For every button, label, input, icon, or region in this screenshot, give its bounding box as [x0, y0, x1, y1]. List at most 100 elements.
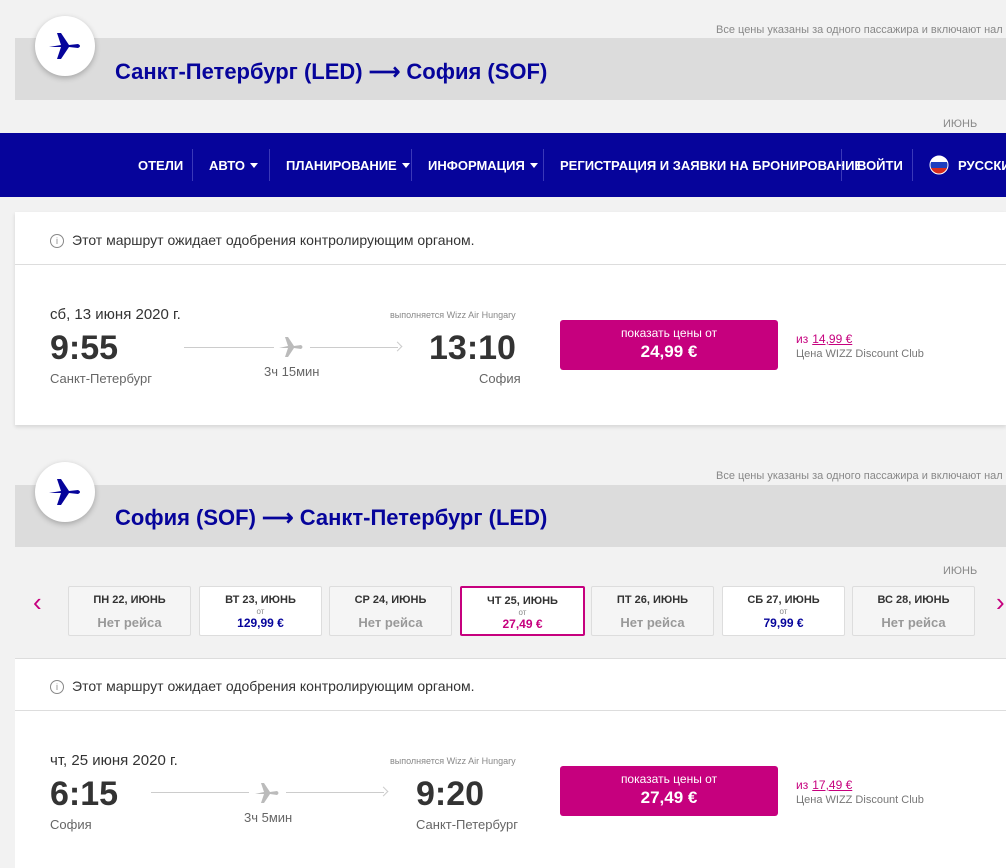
approval-notice: i Этот маршрут ожидает одобрения контроли… [50, 678, 475, 694]
info-icon: i [50, 234, 64, 248]
nav-divider [411, 149, 412, 181]
no-flight-label: Нет рейса [358, 615, 423, 630]
russia-flag-icon [929, 155, 949, 175]
show-prices-amount: 24,99 € [640, 342, 698, 361]
date-label: ПН 22, ИЮНЬ [93, 594, 166, 606]
date-label: ЧТ 25, ИЮНЬ [487, 595, 558, 607]
club-price: 14,99 € [812, 332, 853, 346]
from-label: от [518, 608, 527, 617]
airplane-icon [49, 33, 80, 59]
route-line [286, 792, 384, 793]
date-option[interactable]: ВТ 23, ИЮНЬ от 129,99 € [199, 586, 322, 636]
nav-divider [912, 149, 913, 181]
show-prices-button[interactable]: показать цены от 27,49 € [560, 766, 778, 816]
airplane-icon [255, 783, 279, 803]
info-icon: i [50, 680, 64, 694]
date-label: ВС 28, ИЮНЬ [877, 594, 950, 606]
month-label: ИЮНЬ [943, 565, 978, 577]
caret-down-icon [401, 162, 410, 168]
no-flight-label: Нет рейса [620, 615, 685, 630]
club-label: Цена WIZZ Discount Club [796, 348, 924, 360]
nav-planning-label: ПЛАНИРОВАНИЕ [286, 157, 397, 173]
nav-hotels-label: ОТЕЛИ [138, 157, 184, 173]
price-note: Все цены указаны за одного пассажира и в… [716, 24, 1003, 36]
nav-divider [543, 149, 544, 181]
nav-divider [841, 149, 842, 181]
prev-dates-button[interactable]: ‹ [33, 587, 42, 618]
date-label: ВТ 23, ИЮНЬ [225, 594, 296, 606]
route-line [151, 792, 249, 793]
flight-date: сб, 13 июня 2020 г. [50, 306, 181, 323]
route-line [184, 347, 274, 348]
plane-badge [35, 462, 95, 522]
divider [15, 658, 1006, 659]
route-title: Санкт-Петербург (LED) ⟶ София (SOF) [115, 59, 548, 84]
date-option[interactable]: ПН 22, ИЮНЬ Нет рейса [68, 586, 191, 636]
month-label: ИЮНЬ [943, 118, 978, 130]
approval-notice: i Этот маршрут ожидает одобрения контроли… [50, 232, 475, 248]
club-price: 17,49 € [812, 778, 853, 792]
club-label: Цена WIZZ Discount Club [796, 794, 924, 806]
date-option[interactable]: СБ 27, ИЮНЬ от 79,99 € [722, 586, 845, 636]
from-label: от [256, 607, 265, 616]
main-navbar: ОТЕЛИ АВТО ПЛАНИРОВАНИЕ ИНФОРМАЦИЯ РЕГИС… [0, 133, 1006, 197]
date-option-selected[interactable]: ЧТ 25, ИЮНЬ от 27,49 € [460, 586, 585, 636]
operated-by: выполняется Wizz Air Hungary [390, 756, 516, 766]
club-from-label: из [796, 332, 809, 346]
from-label: от [779, 607, 788, 616]
no-flight-label: Нет рейса [97, 615, 162, 630]
nav-checkin[interactable]: РЕГИСТРАЦИЯ И ЗАЯВКИ НА БРОНИРОВАНИЕ [560, 133, 863, 197]
nav-hotels[interactable]: ОТЕЛИ [138, 133, 183, 197]
nav-language[interactable]: РУССКИЙ [929, 133, 1006, 197]
date-option[interactable]: ВС 28, ИЮНЬ Нет рейса [852, 586, 975, 636]
departure-time: 6:15 [50, 775, 119, 813]
nav-planning[interactable]: ПЛАНИРОВАНИЕ [286, 133, 410, 197]
flight-duration: 3ч 5мин [244, 810, 293, 825]
caret-down-icon [250, 162, 259, 168]
flight-duration: 3ч 15мин [264, 364, 320, 379]
nav-info[interactable]: ИНФОРМАЦИЯ [428, 133, 538, 197]
arrival-time: 9:20 [416, 775, 485, 813]
date-option[interactable]: СР 24, ИЮНЬ Нет рейса [329, 586, 452, 636]
next-dates-button[interactable]: › [996, 587, 1005, 618]
nav-cars-label: АВТО [209, 157, 246, 173]
nav-login[interactable]: ВОЙТИ [857, 133, 903, 197]
date-price: 79,99 € [763, 616, 804, 630]
nav-info-label: ИНФОРМАЦИЯ [428, 157, 525, 173]
club-from-label: из [796, 778, 809, 792]
arrival-city: София [479, 371, 521, 386]
nav-language-label: РУССКИЙ [958, 157, 1006, 173]
show-prices-button[interactable]: показать цены от 24,99 € [560, 320, 778, 370]
show-prices-amount: 27,49 € [640, 788, 698, 807]
date-price: 129,99 € [237, 616, 284, 630]
departure-city: София [50, 817, 92, 832]
date-price: 27,49 € [502, 617, 543, 631]
caret-down-icon [529, 162, 538, 168]
departure-time: 9:55 [50, 329, 119, 367]
club-price-link[interactable]: из 14,99 € [796, 332, 852, 346]
date-option[interactable]: ПТ 26, ИЮНЬ Нет рейса [591, 586, 714, 636]
plane-badge [35, 16, 95, 76]
no-flight-label: Нет рейса [881, 615, 946, 630]
airplane-icon [279, 337, 303, 357]
price-note: Все цены указаны за одного пассажира и в… [716, 470, 1003, 482]
date-label: СР 24, ИЮНЬ [354, 594, 427, 606]
date-label: ПТ 26, ИЮНЬ [616, 594, 689, 606]
show-prices-label: показать цены от [620, 326, 718, 340]
divider [15, 710, 1006, 711]
show-prices-label: показать цены от [620, 772, 718, 786]
operated-by: выполняется Wizz Air Hungary [390, 310, 516, 320]
divider [15, 264, 1006, 265]
route-title: София (SOF) ⟶ Санкт-Петербург (LED) [115, 505, 548, 530]
arrival-time: 13:10 [429, 329, 516, 367]
arrival-city: Санкт-Петербург [416, 817, 518, 832]
nav-divider [192, 149, 193, 181]
date-label: СБ 27, ИЮНЬ [747, 594, 820, 606]
nav-divider [269, 149, 270, 181]
nav-login-label: ВОЙТИ [857, 157, 903, 173]
nav-cars[interactable]: АВТО [209, 133, 259, 197]
approval-notice-text: Этот маршрут ожидает одобрения контролир… [72, 678, 475, 694]
club-price-link[interactable]: из 17,49 € [796, 778, 852, 792]
route-line [310, 347, 398, 348]
flight-date: чт, 25 июня 2020 г. [50, 752, 178, 769]
